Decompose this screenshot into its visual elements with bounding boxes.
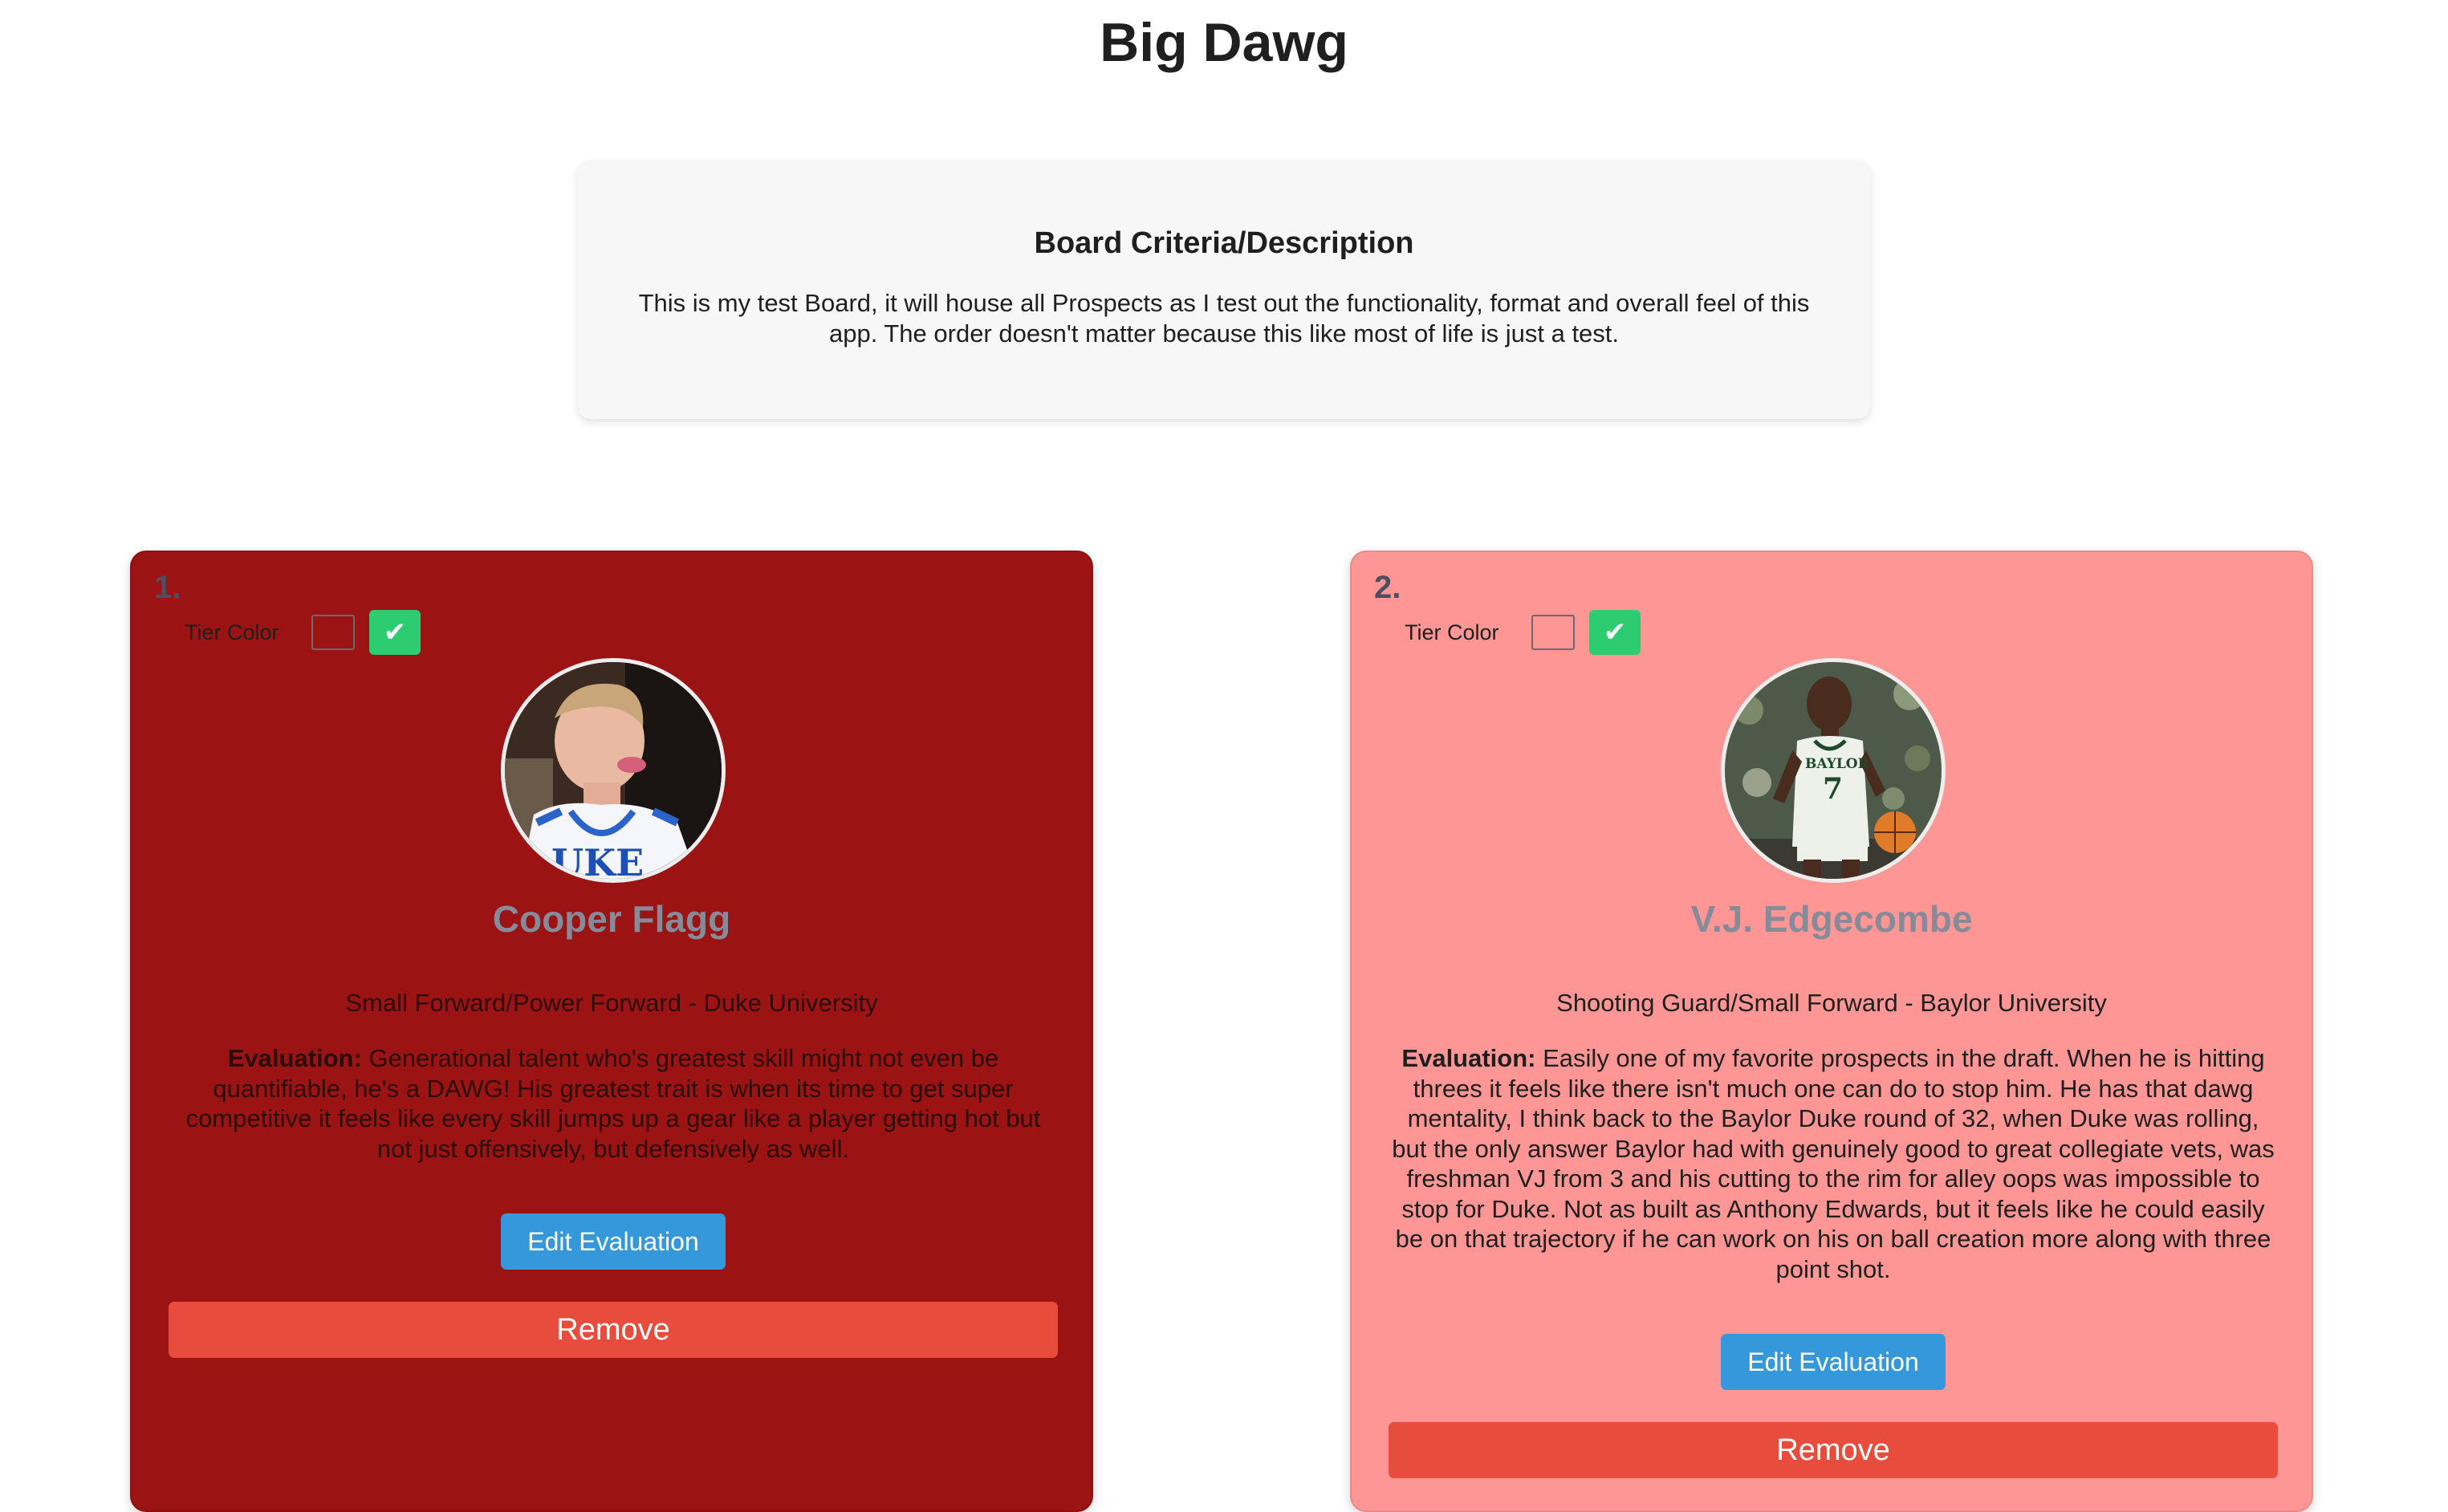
edit-evaluation-button[interactable]: Edit Evaluation — [1721, 1334, 1946, 1390]
board-description-text: This is my test Board, it will house all… — [638, 289, 1810, 348]
board-description-heading: Board Criteria/Description — [1034, 226, 1414, 260]
evaluation-text: Easily one of my favorite prospects in t… — [1392, 1044, 2275, 1283]
player-photo-icon: UKE — [505, 662, 722, 879]
player-evaluation: Evaluation: Generational talent who's gr… — [169, 1043, 1058, 1164]
player-photo-icon: BAYLOR 7 — [1725, 662, 1942, 879]
board-description-panel: Board Criteria/Description This is my te… — [578, 161, 1870, 419]
tier-color-row: Tier Color ✔ — [1405, 610, 1641, 655]
svg-text:BAYLOR: BAYLOR — [1805, 756, 1870, 772]
prospect-rank: 2. — [1374, 570, 1401, 605]
player-avatar: UKE — [501, 658, 726, 883]
player-position: Shooting Guard/Small Forward - Baylor Un… — [1556, 989, 2107, 1017]
svg-text:7: 7 — [1823, 772, 1843, 806]
tier-color-label: Tier Color — [185, 620, 279, 644]
player-name: V.J. Edgecombe — [1690, 898, 1973, 940]
player-position: Small Forward/Power Forward - Duke Unive… — [345, 989, 878, 1017]
tier-color-confirm-button[interactable]: ✔ — [1589, 610, 1641, 655]
player-avatar: BAYLOR 7 — [1721, 658, 1946, 883]
prospect-rank: 1. — [154, 570, 181, 605]
player-name: Cooper Flagg — [492, 898, 731, 940]
tier-color-picker[interactable] — [1531, 615, 1575, 650]
tier-color-label: Tier Color — [1405, 620, 1499, 644]
player-evaluation: Evaluation: Easily one of my favorite pr… — [1389, 1043, 2278, 1284]
remove-button[interactable]: Remove — [1389, 1422, 2278, 1478]
prospect-card: 1. Tier Color ✔ UKE Cooper Flagg Small F… — [130, 551, 1093, 1512]
tier-color-row: Tier Color ✔ — [185, 610, 421, 655]
page-title: Big Dawg — [1100, 12, 1348, 73]
prospect-card: 2. Tier Color ✔ BAYLOR 7 V.J. Edgecombe … — [1350, 551, 2313, 1512]
remove-button[interactable]: Remove — [169, 1302, 1058, 1358]
tier-color-picker[interactable] — [311, 615, 355, 650]
evaluation-label: Evaluation: — [227, 1044, 362, 1072]
svg-text:UKE: UKE — [551, 841, 644, 879]
tier-color-confirm-button[interactable]: ✔ — [369, 610, 421, 655]
edit-evaluation-button[interactable]: Edit Evaluation — [501, 1213, 726, 1270]
evaluation-label: Evaluation: — [1401, 1044, 1536, 1072]
